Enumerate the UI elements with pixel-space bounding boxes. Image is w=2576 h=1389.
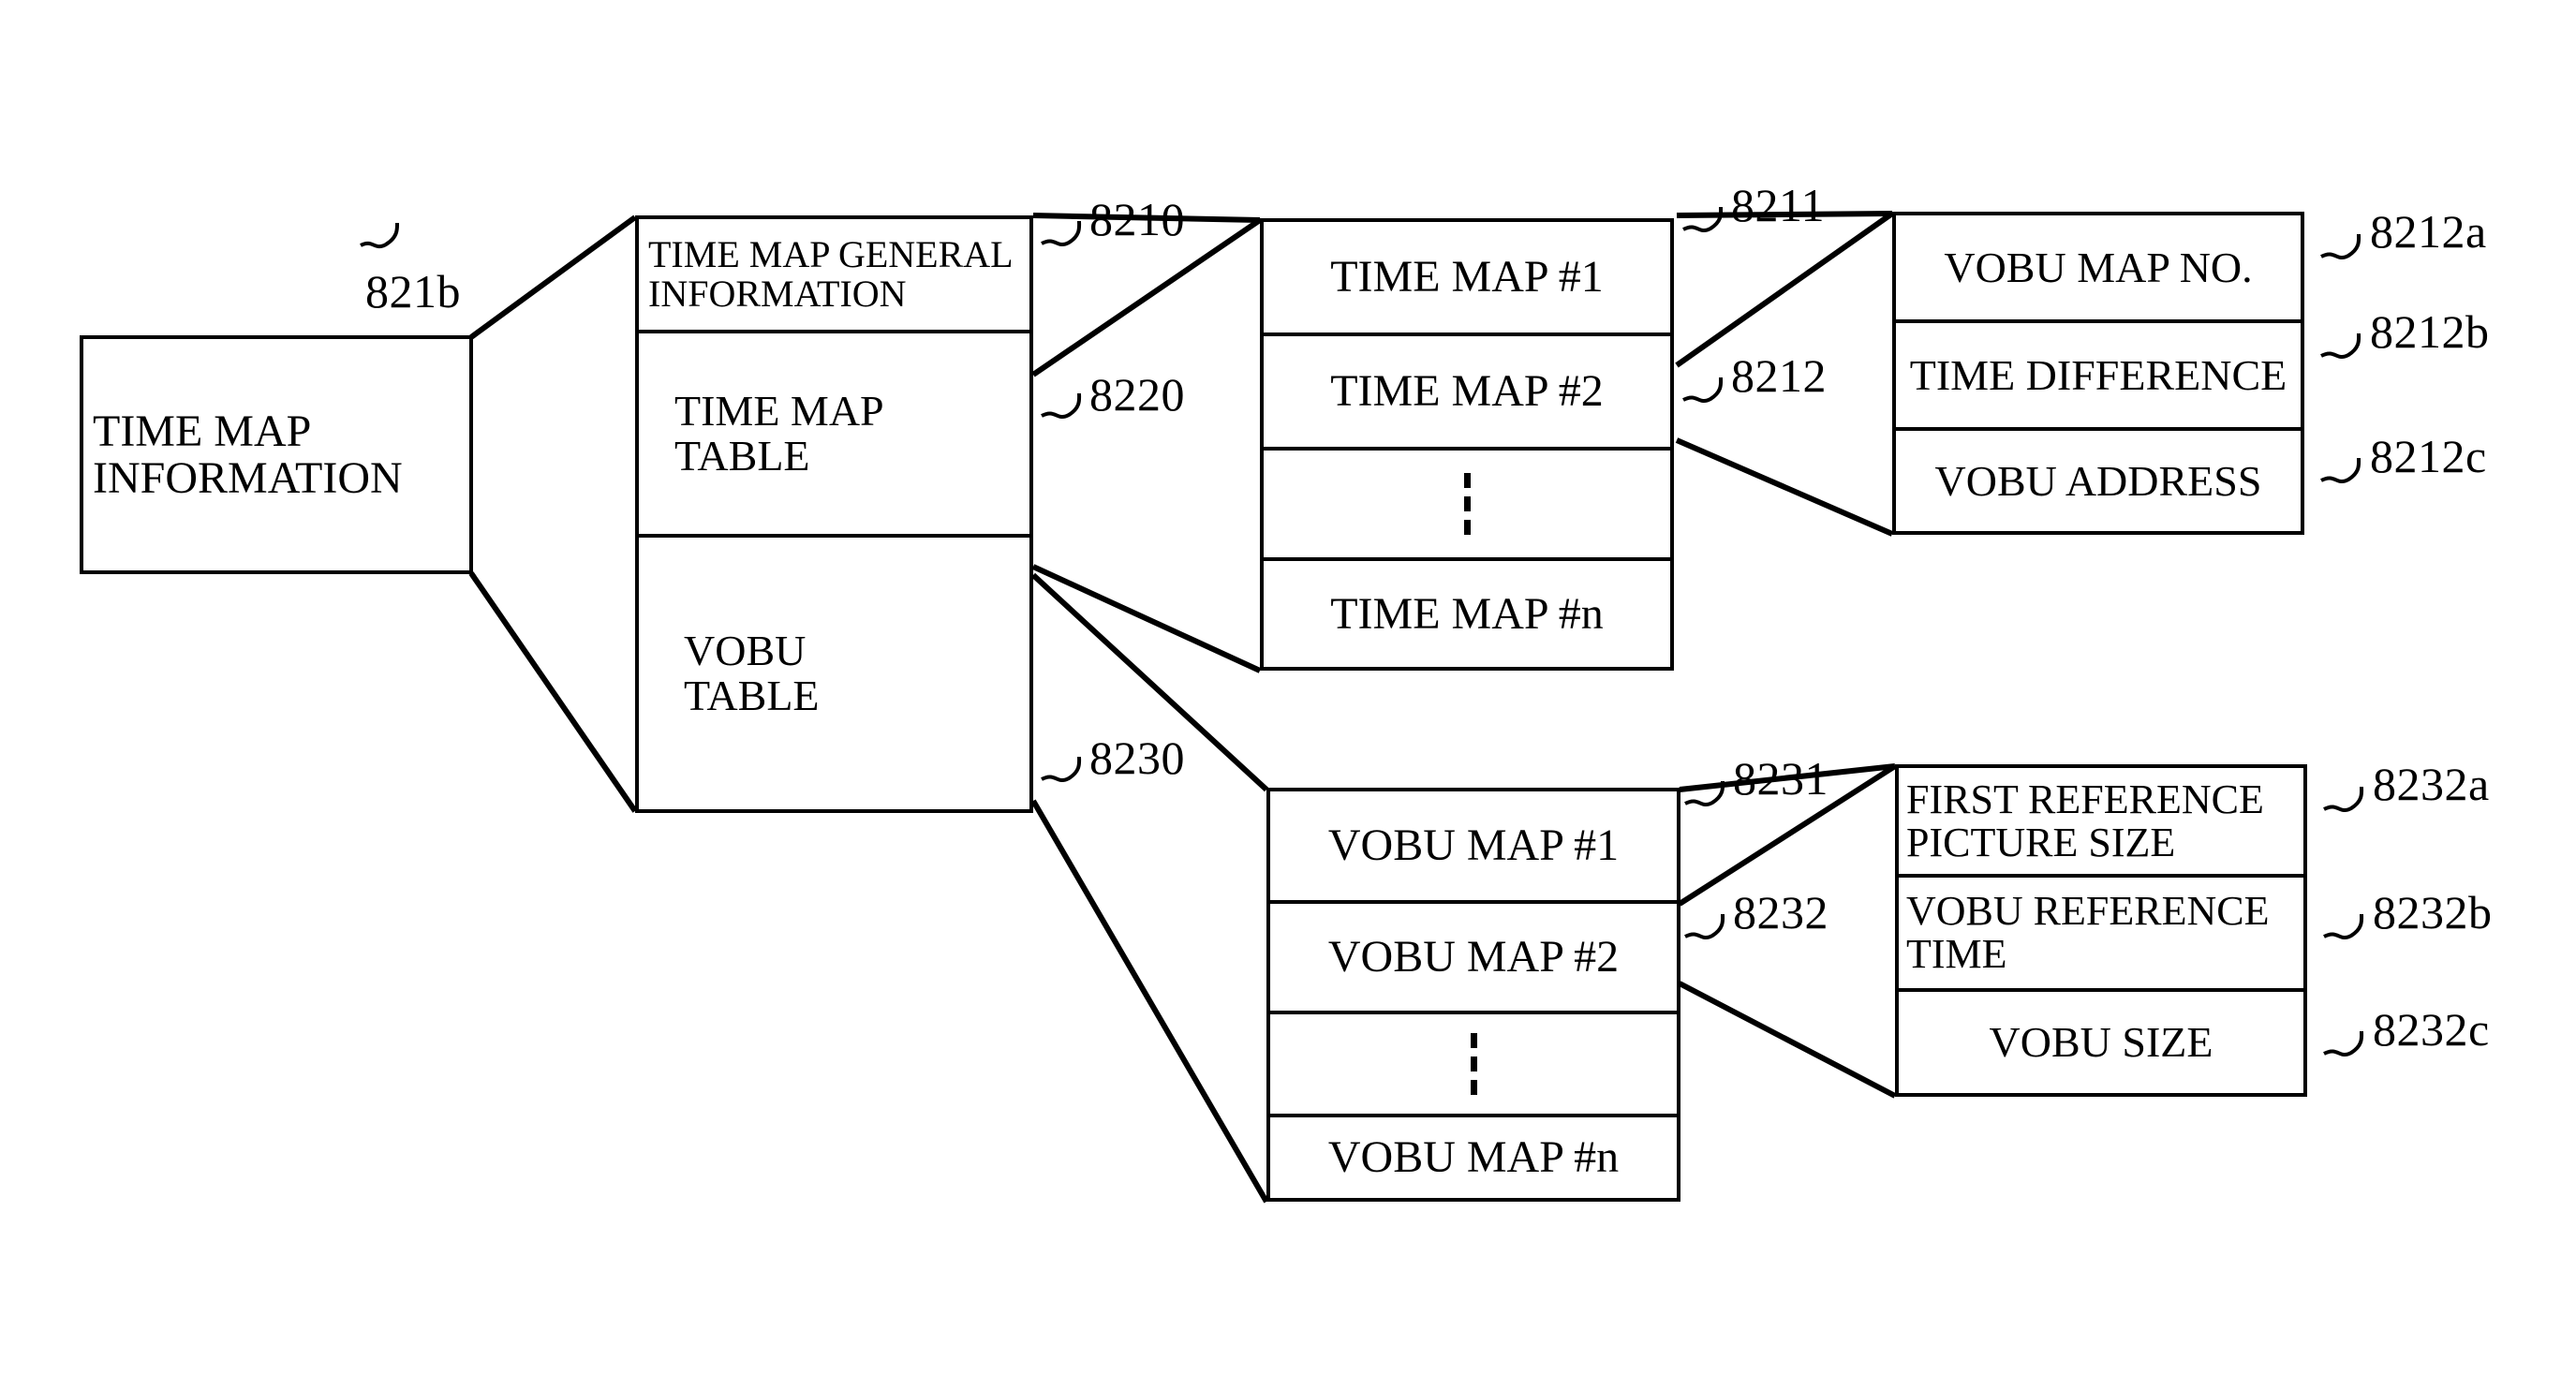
patent-figure-canvas: TIME MAP INFORMATION TIME MAP GENERAL IN… (0, 0, 2576, 1389)
label: VOBU MAP #n (1327, 1132, 1620, 1183)
label: VOBU MAP #1 (1327, 820, 1620, 871)
cell-vobu-map-2: VOBU MAP #2 (1270, 904, 1677, 1014)
ref-8210: 8210 (1089, 193, 1185, 245)
cell-time-map-general-information: TIME MAP GENERAL INFORMATION (639, 219, 1029, 333)
cell-time-map-information: TIME MAP INFORMATION (83, 339, 469, 570)
cell-line-2: INFORMATION (93, 452, 403, 503)
vertical-ellipsis-icon (1470, 1033, 1477, 1095)
label-line-2: INFORMATION (648, 273, 907, 315)
cell-line-1: TIME MAP (93, 406, 312, 456)
cell-vobu-map-ellipsis (1270, 1014, 1677, 1117)
ref-8212: 8212 (1731, 349, 1827, 402)
cell-vobu-map-n: VOBU MAP #n (1270, 1117, 1677, 1198)
ref-8212b: 8212b (2370, 305, 2490, 358)
ref-8231: 8231 (1733, 752, 1828, 805)
label-line-1: VOBU (684, 627, 807, 675)
cell-vobu-reference-time: VOBU REFERENCE TIME (1899, 878, 2303, 992)
label-line-2: TABLE (674, 432, 810, 480)
label: TIME MAP #2 (1330, 366, 1604, 417)
box-vobu-table-entries[interactable]: VOBU MAP #1 VOBU MAP #2 VOBU MAP #n (1266, 788, 1690, 1211)
ref-8232: 8232 (1733, 886, 1828, 938)
label-line-2: PICTURE SIZE (1906, 819, 2176, 865)
ref-8212a: 8212a (2370, 205, 2487, 258)
label-line-1: TIME MAP GENERAL (648, 233, 1014, 276)
cell-vobu-table: VOBU TABLE (639, 538, 1029, 809)
label-line-1: VOBU REFERENCE (1906, 888, 2270, 935)
vertical-ellipsis-icon (1463, 473, 1471, 535)
label: TIME MAP #1 (1330, 252, 1604, 303)
box-vobu-map-entry-fields[interactable]: FIRST REFERENCE PICTURE SIZE VOBU REFERE… (1895, 764, 2317, 1106)
box-time-map-info-detail[interactable]: TIME MAP GENERAL INFORMATION TIME MAP TA… (635, 215, 1043, 822)
cell-vobu-size: VOBU SIZE (1899, 992, 2303, 1093)
cell-time-map-ellipsis (1264, 451, 1670, 561)
label-line-1: TIME MAP (674, 387, 884, 436)
cell-time-difference: TIME DIFFERENCE (1896, 323, 2301, 431)
label: TIME MAP #n (1330, 588, 1604, 639)
ref-8232c: 8232c (2373, 1003, 2490, 1056)
cell-vobu-map-1: VOBU MAP #1 (1270, 791, 1677, 904)
label: VOBU MAP #2 (1327, 932, 1620, 983)
ref-8211: 8211 (1731, 179, 1826, 231)
ref-8232b: 8232b (2373, 886, 2493, 938)
cell-vobu-address: VOBU ADDRESS (1896, 431, 2301, 531)
box-time-map-entry-fields[interactable]: VOBU MAP NO. TIME DIFFERENCE VOBU ADDRES… (1892, 212, 2314, 544)
ref-8232a: 8232a (2373, 758, 2490, 810)
cell-time-map-table: TIME MAP TABLE (639, 333, 1029, 538)
label: VOBU MAP NO. (1944, 243, 2253, 291)
cell-first-reference-picture-size: FIRST REFERENCE PICTURE SIZE (1899, 768, 2303, 878)
cell-time-map-2: TIME MAP #2 (1264, 336, 1670, 451)
cell-time-map-n: TIME MAP #n (1264, 561, 1670, 667)
cell-time-map-1: TIME MAP #1 (1264, 222, 1670, 336)
box-time-map-table-entries[interactable]: TIME MAP #1 TIME MAP #2 TIME MAP #n (1260, 218, 1683, 680)
label-line-2: TABLE (684, 672, 820, 719)
ref-8220: 8220 (1089, 368, 1185, 421)
label: VOBU ADDRESS (1934, 456, 2262, 505)
label: VOBU SIZE (1989, 1018, 2213, 1067)
cell-vobu-map-no: VOBU MAP NO. (1896, 215, 2301, 323)
label-line-1: FIRST REFERENCE (1906, 776, 2264, 822)
box-time-map-information[interactable]: TIME MAP INFORMATION (80, 335, 482, 584)
label-line-2: TIME (1906, 931, 2007, 977)
ref-821b: 821b (365, 265, 461, 318)
ref-8212c: 8212c (2370, 430, 2487, 482)
ref-8230: 8230 (1089, 731, 1185, 784)
label: TIME DIFFERENCE (1909, 350, 2287, 399)
